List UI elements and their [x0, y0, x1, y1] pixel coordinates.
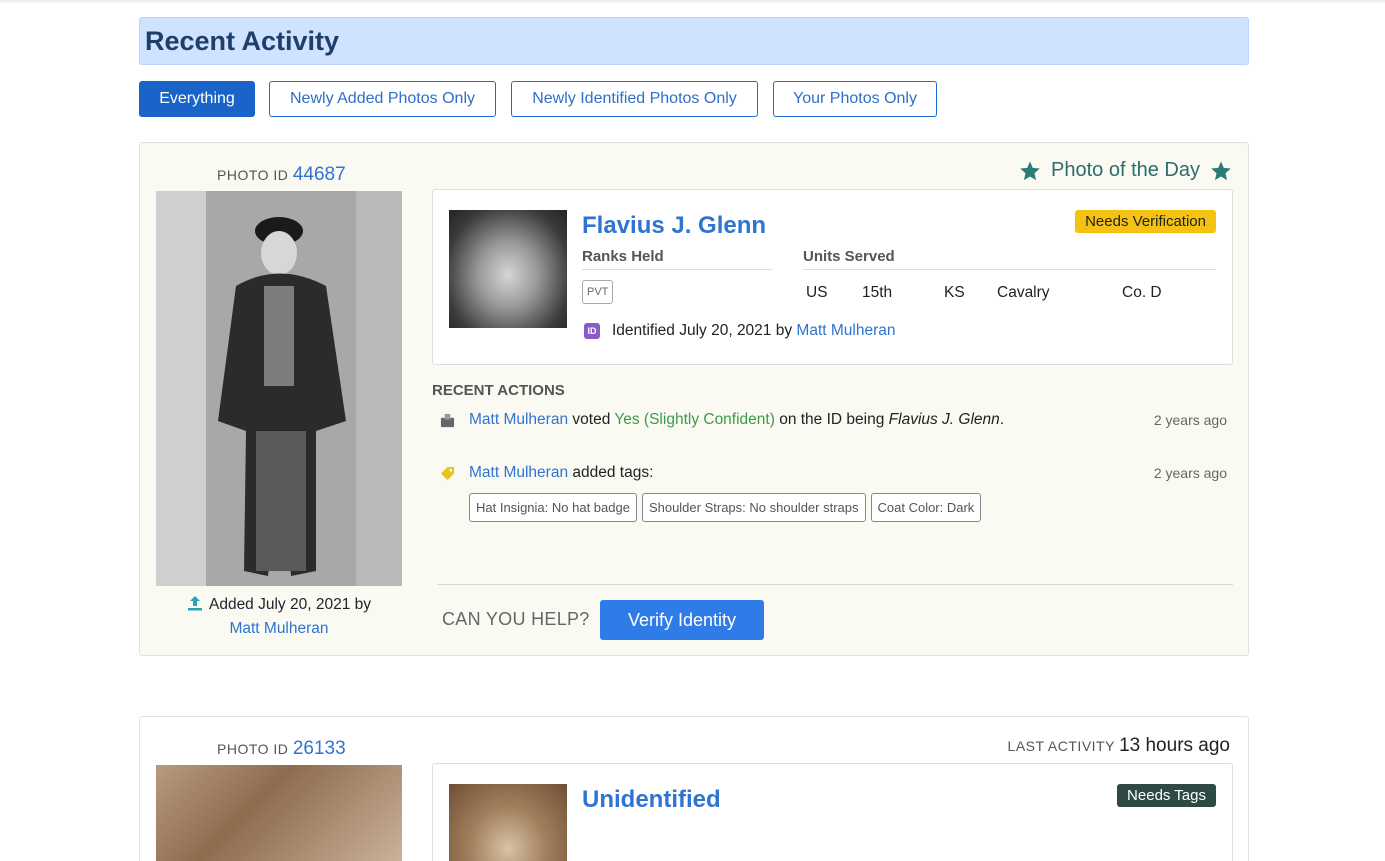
- tag-chip[interactable]: Hat Insignia: No hat badge: [469, 493, 637, 522]
- upload-icon: [187, 596, 202, 611]
- activity-card: PHOTO ID 26133 LAST ACTIVITY 13 hours ag…: [139, 716, 1249, 861]
- vote-value: Yes (Slightly Confident): [614, 411, 775, 428]
- activity-card: PHOTO ID 44687 Added July 20, 2021 by Ma…: [139, 142, 1249, 656]
- unit-country: US: [806, 284, 828, 301]
- photo-id: PHOTO ID 44687: [217, 164, 346, 186]
- recent-actions-label: RECENT ACTIONS: [432, 382, 565, 399]
- action-subject: Flavius J. Glenn: [888, 411, 1000, 428]
- top-shadow: [0, 0, 1385, 4]
- photo-id-label: PHOTO ID: [217, 167, 289, 183]
- divider: [437, 584, 1233, 585]
- added-text: Added July 20, 2021 by: [208, 596, 371, 613]
- tag-list: Hat Insignia: No hat badge Shoulder Stra…: [469, 493, 982, 522]
- unit-branch: Cavalry: [997, 284, 1050, 301]
- unit-number: 15th: [862, 284, 893, 301]
- status-badge: Needs Verification: [1075, 210, 1216, 233]
- units-served-label: Units Served: [803, 248, 1216, 270]
- action-verb: voted: [572, 411, 611, 428]
- soldier-thumbnail[interactable]: [449, 784, 567, 861]
- soldier-panel: Unidentified Needs Tags: [432, 763, 1233, 861]
- rank-badge: PVT: [582, 280, 614, 304]
- action-user-link[interactable]: Matt Mulheran: [469, 411, 568, 428]
- identified-by-link[interactable]: Matt Mulheran: [796, 322, 895, 339]
- id-icon: ID: [584, 323, 600, 339]
- filter-newly-identified-button[interactable]: Newly Identified Photos Only: [511, 81, 758, 117]
- last-activity: LAST ACTIVITY 13 hours ago: [1008, 735, 1230, 757]
- filter-newly-added-button[interactable]: Newly Added Photos Only: [269, 81, 496, 117]
- star-icon: [1211, 160, 1231, 180]
- last-activity-label: LAST ACTIVITY: [1007, 738, 1115, 754]
- action-verb: added tags:: [572, 464, 654, 481]
- photo-id-link[interactable]: 26133: [293, 738, 346, 759]
- status-badge: Needs Tags: [1117, 784, 1216, 807]
- tag-icon: [440, 466, 455, 481]
- soldier-name-link[interactable]: Unidentified: [582, 786, 721, 814]
- soldier-thumbnail[interactable]: [449, 210, 567, 328]
- soldier-photo[interactable]: [156, 765, 402, 861]
- photo-id: PHOTO ID 26133: [217, 738, 346, 760]
- added-info: Added July 20, 2021 by Matt Mulheran: [156, 593, 402, 641]
- filter-your-photos-button[interactable]: Your Photos Only: [773, 81, 937, 117]
- action-middle: on the ID being: [779, 411, 885, 428]
- ranks-held-label: Ranks Held: [582, 248, 772, 270]
- photo-of-the-day-label: Photo of the Day: [1051, 159, 1200, 181]
- identified-text: Identified July 20, 2021 by: [612, 322, 793, 339]
- unit-company: Co. D: [1122, 284, 1162, 301]
- added-by-link[interactable]: Matt Mulheran: [229, 620, 328, 637]
- action-end: .: [999, 411, 1005, 428]
- action-time: 2 years ago: [1153, 465, 1227, 481]
- action-user-link[interactable]: Matt Mulheran: [469, 464, 568, 481]
- verify-identity-button[interactable]: Verify Identity: [600, 600, 764, 640]
- identified-line: ID Identified July 20, 2021 by Matt Mulh…: [584, 322, 896, 340]
- action-time: 2 years ago: [1153, 412, 1227, 428]
- vote-icon: [440, 413, 455, 428]
- star-icon: [1020, 160, 1040, 180]
- soldier-photo[interactable]: [156, 191, 402, 586]
- soldier-panel: Flavius J. Glenn Needs Verification Rank…: [432, 189, 1233, 365]
- filter-everything-button[interactable]: Everything: [139, 81, 255, 117]
- photo-id-label: PHOTO ID: [217, 741, 289, 757]
- can-you-help-label: CAN YOU HELP?: [442, 609, 590, 629]
- tag-chip[interactable]: Shoulder Straps: No shoulder straps: [641, 493, 866, 522]
- photo-id-link[interactable]: 44687: [293, 164, 346, 185]
- soldier-name-link[interactable]: Flavius J. Glenn: [582, 212, 766, 240]
- photo-of-the-day: Photo of the Day: [1019, 159, 1232, 182]
- last-activity-value: 13 hours ago: [1119, 735, 1230, 756]
- unit-state: KS: [944, 284, 965, 301]
- page-header: Recent Activity: [139, 17, 1249, 65]
- page-title: Recent Activity: [145, 26, 340, 56]
- tag-chip[interactable]: Coat Color: Dark: [870, 493, 982, 522]
